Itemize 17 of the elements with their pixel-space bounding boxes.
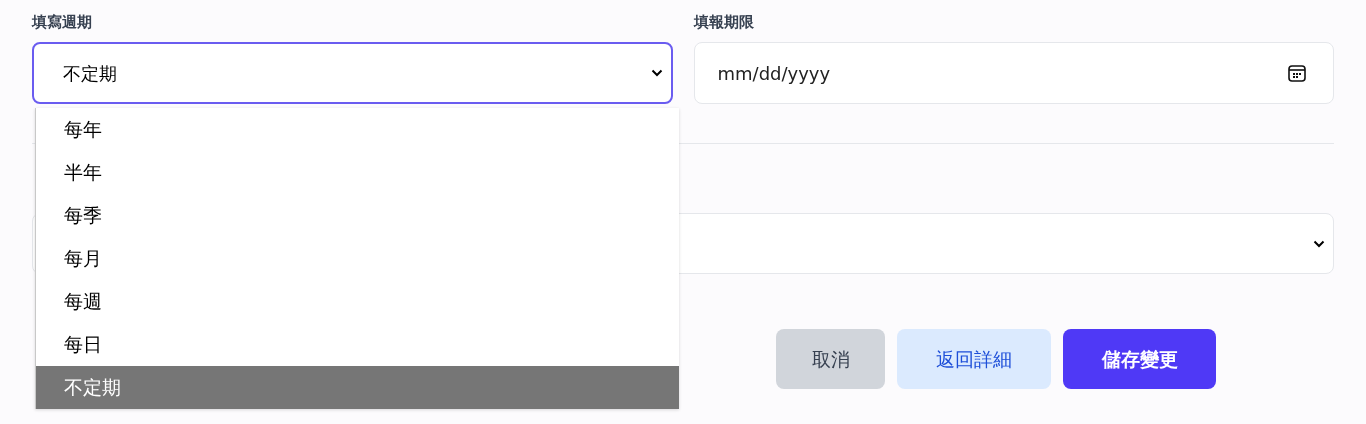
dropdown-option[interactable]: 每年 bbox=[36, 108, 679, 151]
cancel-button[interactable]: 取消 bbox=[776, 329, 885, 389]
dropdown-option[interactable]: 半年 bbox=[36, 151, 679, 194]
date-field[interactable]: mm/dd/yyyy bbox=[693, 42, 1334, 104]
field-label: 填報期限 bbox=[693, 12, 755, 33]
calendar-icon bbox=[1287, 63, 1307, 83]
period-select[interactable]: 不定期 bbox=[32, 42, 673, 104]
dropdown-option[interactable]: 每月 bbox=[36, 237, 679, 280]
chevron-down-icon bbox=[1313, 239, 1325, 248]
dropdown-option[interactable]: 每週 bbox=[36, 280, 679, 323]
back-button[interactable]: 返回詳細 bbox=[897, 329, 1051, 389]
chevron-down-icon bbox=[650, 69, 663, 77]
save-button[interactable]: 儲存變更 bbox=[1063, 329, 1216, 389]
field-label: 填寫週期 bbox=[32, 12, 93, 33]
dropdown-option[interactable]: 每日 bbox=[36, 323, 679, 366]
dropdown-option[interactable]: 不定期 bbox=[36, 366, 679, 409]
dropdown-option[interactable]: 每季 bbox=[36, 194, 679, 237]
